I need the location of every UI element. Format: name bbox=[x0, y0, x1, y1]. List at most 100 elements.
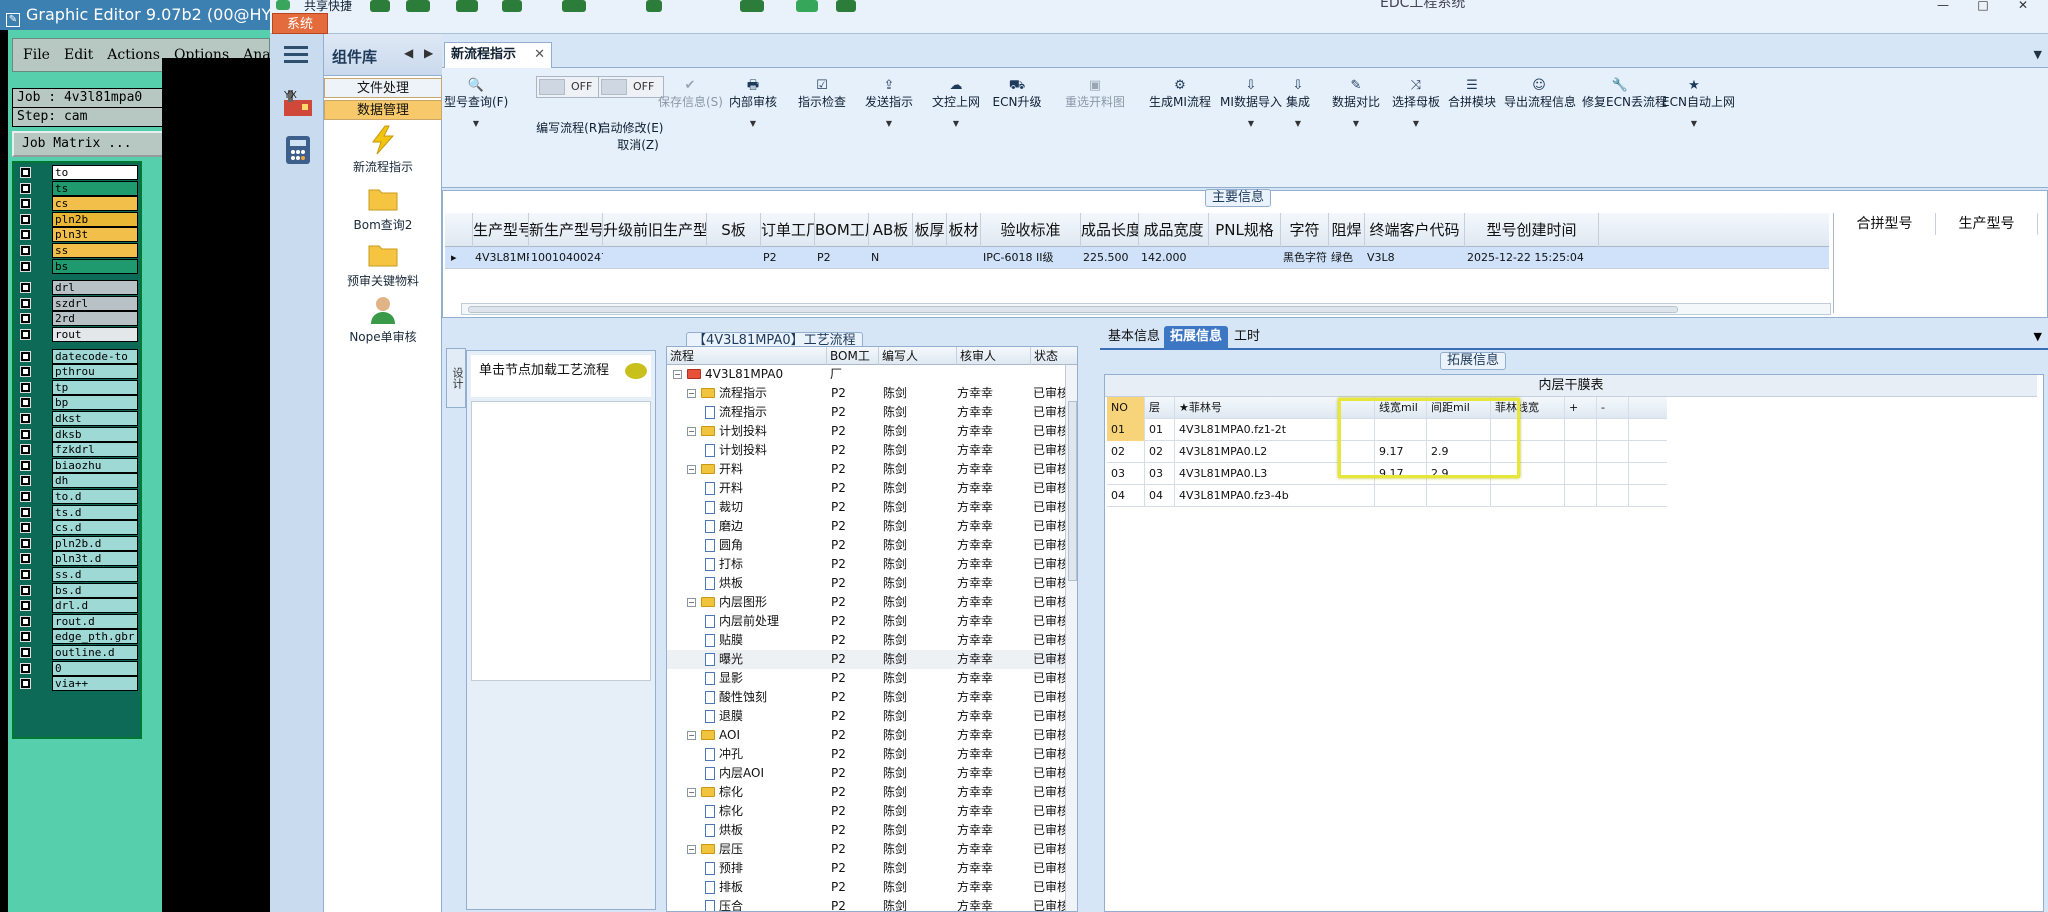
book-icon[interactable] bbox=[836, 0, 856, 12]
layer-row[interactable]: cs bbox=[16, 196, 142, 212]
table-cell[interactable] bbox=[1491, 485, 1565, 507]
search-icon[interactable] bbox=[370, 0, 390, 12]
layer-checkbox[interactable] bbox=[20, 428, 31, 440]
column-header[interactable]: 状态 bbox=[1031, 347, 1077, 365]
table-cell[interactable] bbox=[603, 247, 707, 269]
layer-row[interactable]: cs.d bbox=[16, 520, 142, 536]
globe-icon[interactable] bbox=[406, 0, 430, 12]
layer-checkbox[interactable] bbox=[20, 366, 31, 378]
expand-icon[interactable]: − bbox=[687, 845, 696, 854]
toolbar-button[interactable]: 🔧 修复ECN丢流程 bbox=[1582, 78, 1667, 111]
chevron-down-icon[interactable]: ▼ bbox=[860, 115, 918, 132]
table-cell[interactable]: 225.500 bbox=[1081, 247, 1139, 269]
job-matrix-button[interactable]: Job Matrix ... bbox=[12, 131, 164, 157]
column-header[interactable]: 新生产型号 bbox=[529, 213, 603, 247]
table-cell[interactable]: 黑色字符 bbox=[1281, 247, 1329, 269]
table-cell[interactable]: 4V3L81MPA0.fz3-4b bbox=[1175, 485, 1375, 507]
layer-checkbox[interactable] bbox=[20, 584, 31, 596]
tree-node[interactable]: 贴膜 P2 陈剑 方幸幸 已审核 bbox=[667, 631, 1069, 650]
layer-row[interactable]: ss.d bbox=[16, 567, 142, 582]
layer-row[interactable]: outline.d bbox=[16, 645, 142, 660]
layer-checkbox[interactable] bbox=[20, 282, 31, 294]
component-nope-review[interactable]: Nope单审核 bbox=[324, 294, 442, 345]
layer-checkbox[interactable] bbox=[20, 444, 31, 456]
table-cell[interactable]: IPC-6018 II级 bbox=[981, 247, 1081, 269]
layer-checkbox[interactable] bbox=[20, 229, 31, 241]
column-header[interactable]: BOM工厂 bbox=[827, 347, 879, 381]
layer-row[interactable]: rout.d bbox=[16, 613, 142, 629]
tree-node[interactable]: 排板 P2 陈剑 方幸幸 已审核 bbox=[667, 878, 1069, 897]
table-cell[interactable]: 04 bbox=[1107, 485, 1145, 507]
layer-checkbox[interactable] bbox=[20, 506, 31, 518]
column-header[interactable]: AB板 bbox=[869, 213, 913, 247]
layer-row[interactable]: pln3t bbox=[16, 227, 142, 243]
layer-row[interactable]: tp bbox=[16, 379, 142, 395]
layer-checkbox[interactable] bbox=[20, 475, 31, 487]
menu-item[interactable]: File bbox=[23, 47, 50, 63]
layer-checkbox[interactable] bbox=[20, 213, 31, 225]
toggle-switch[interactable]: OFF bbox=[536, 76, 602, 98]
table-row[interactable]: ▸4V3L81MPA010010400247154P2P2NIPC-6018 I… bbox=[445, 247, 1829, 269]
expand-icon[interactable]: − bbox=[687, 465, 696, 474]
toolbar-button[interactable]: ⚙ 生成MI流程 bbox=[1144, 78, 1216, 111]
user-icon[interactable] bbox=[646, 0, 662, 12]
toolbar-button[interactable]: ⇪ 发送指示 ▼ bbox=[860, 78, 918, 132]
column-header[interactable]: 字符 bbox=[1281, 213, 1329, 247]
tree-node[interactable]: − AOI P2 陈剑 方幸幸 已审核 bbox=[667, 726, 1069, 745]
layer-row[interactable]: dkst bbox=[16, 411, 142, 426]
toolbar-button[interactable]: ☑ 指示检查 bbox=[794, 78, 850, 111]
toolbar-button[interactable]: ✎ 数据对比 ▼ bbox=[1330, 78, 1382, 132]
component-bom-query[interactable]: Bom查询2 bbox=[324, 182, 442, 233]
expand-icon[interactable]: − bbox=[687, 598, 696, 607]
expand-icon[interactable]: − bbox=[687, 788, 696, 797]
component-key-material[interactable]: 预审关键物料 bbox=[324, 238, 442, 289]
layer-row[interactable]: pln2b.d bbox=[16, 535, 142, 551]
layer-row[interactable]: rout bbox=[16, 327, 142, 342]
chevron-down-icon[interactable]: ▼ bbox=[726, 115, 780, 132]
layer-checkbox[interactable] bbox=[20, 297, 31, 309]
scissors-icon[interactable] bbox=[502, 0, 522, 12]
tab-detail[interactable]: 工时 bbox=[1228, 326, 1266, 350]
tree-node[interactable]: 显影 P2 陈剑 方幸幸 已审核 bbox=[667, 669, 1069, 688]
close-icon[interactable]: ✕ bbox=[2008, 0, 2038, 12]
tree-node[interactable]: 烘板 P2 陈剑 方幸幸 已审核 bbox=[667, 574, 1069, 593]
tab-detail[interactable]: 基本信息 bbox=[1102, 326, 1166, 350]
scrollbar-thumb[interactable] bbox=[1068, 401, 1077, 581]
tree-node[interactable]: 计划投料 P2 陈剑 方幸幸 已审核 bbox=[667, 441, 1069, 460]
layer-checkbox[interactable] bbox=[20, 522, 31, 534]
chevron-down-icon[interactable]: ▼ bbox=[2034, 48, 2042, 61]
factory-icon[interactable]: YX bbox=[282, 86, 314, 118]
column-header[interactable]: NO bbox=[1107, 397, 1145, 419]
tree-node[interactable]: − 内层图形 P2 陈剑 方幸幸 已审核 bbox=[667, 593, 1069, 612]
table-cell[interactable] bbox=[1597, 463, 1629, 485]
column-header[interactable]: - bbox=[1597, 397, 1629, 419]
table-cell[interactable]: P2 bbox=[761, 247, 815, 269]
layer-checkbox[interactable] bbox=[20, 182, 31, 194]
table-cell[interactable]: 2025-12-22 15:25:04 bbox=[1465, 247, 1599, 269]
layer-row[interactable]: bp bbox=[16, 395, 142, 411]
prev-arrow-icon[interactable]: ◀ bbox=[404, 46, 413, 60]
menu-item[interactable]: Edit bbox=[64, 47, 93, 63]
table-cell[interactable] bbox=[947, 247, 981, 269]
layer-checkbox[interactable] bbox=[20, 662, 31, 674]
column-header[interactable]: 阻焊 bbox=[1329, 213, 1365, 247]
next-arrow-icon[interactable]: ▶ bbox=[424, 46, 433, 60]
layer-row[interactable]: biaozhu bbox=[16, 457, 142, 473]
layer-row[interactable]: datecode-to bbox=[16, 348, 142, 364]
layer-checkbox[interactable] bbox=[20, 167, 31, 178]
column-header[interactable]: 验收标准 bbox=[981, 213, 1081, 247]
chevron-down-icon[interactable]: ▼ bbox=[1662, 115, 1726, 132]
table-cell[interactable]: 10010400247154 bbox=[529, 247, 603, 269]
layer-row[interactable]: 2rd bbox=[16, 311, 142, 327]
layer-checkbox[interactable] bbox=[20, 647, 31, 658]
chevron-down-icon[interactable]: ▼ bbox=[1388, 115, 1444, 132]
tree-node[interactable]: 冲孔 P2 陈剑 方幸幸 已审核 bbox=[667, 745, 1069, 764]
layer-checkbox[interactable] bbox=[20, 413, 31, 424]
table-cell[interactable]: P2 bbox=[815, 247, 869, 269]
column-header[interactable]: 型号创建时间 bbox=[1465, 213, 1599, 247]
table-cell[interactable] bbox=[1597, 441, 1629, 463]
tree-node[interactable]: − 计划投料 P2 陈剑 方幸幸 已审核 bbox=[667, 422, 1069, 441]
toolbar-button[interactable]: ☺ 导出流程信息 bbox=[1504, 78, 1576, 111]
table-cell[interactable] bbox=[1209, 247, 1281, 269]
layer-row[interactable]: edge_pth.gbr bbox=[16, 629, 142, 645]
